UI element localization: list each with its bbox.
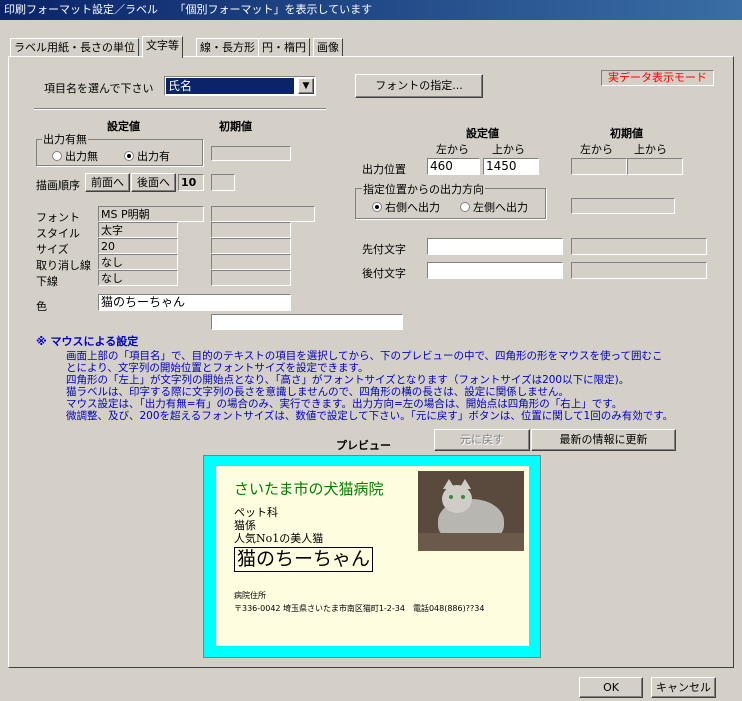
cat-photo xyxy=(418,471,524,551)
radio-selected-icon xyxy=(124,151,134,161)
radio-selected-icon xyxy=(372,202,382,212)
position-label: 出力位置 xyxy=(362,163,406,176)
underline-value: なし xyxy=(98,270,178,286)
style-initial xyxy=(211,222,291,238)
position-top-initial xyxy=(627,158,683,175)
refresh-button[interactable]: 最新の情報に更新 xyxy=(531,429,676,451)
radio-icon xyxy=(460,202,470,212)
size-value: 20 xyxy=(98,238,178,254)
suffix-initial xyxy=(571,262,707,279)
prefix-label: 先付文字 xyxy=(362,243,406,256)
tab-line-rect[interactable]: 線・長方形 xyxy=(196,38,259,57)
item-select-value: 氏名 xyxy=(166,78,294,94)
mode-badge: 実データ表示モード xyxy=(601,70,714,86)
tab-circle[interactable]: 円・楕円 xyxy=(258,38,310,57)
send-back-button[interactable]: 後面へ xyxy=(131,173,176,192)
prefix-input[interactable] xyxy=(427,238,563,255)
chevron-down-icon[interactable]: ▼ xyxy=(298,78,314,94)
help-title: ※ マウスによる設定 xyxy=(36,335,139,348)
draw-order-initial xyxy=(211,174,235,191)
item-select-label: 項目名を選んで下さい xyxy=(44,82,154,95)
help-text: 画面上部の「項目名」で、目的のテキストの項目を選択してから、下のプレビューの中で… xyxy=(66,350,726,422)
output-on-radio[interactable]: 出力有 xyxy=(124,148,170,164)
size-label: サイズ xyxy=(36,243,69,256)
bring-front-button[interactable]: 前面へ xyxy=(85,173,130,192)
direction-initial xyxy=(571,198,675,214)
undo-button[interactable]: 元に戻す xyxy=(434,429,530,451)
output-off-label: 出力無 xyxy=(65,150,98,163)
help-line: 猫ラベルは、印字する際に文字列の長さを意識しませんので、四角形の横の長さは、設定… xyxy=(66,386,569,398)
font-label: フォント xyxy=(36,211,80,224)
help-line: マウス設定は、「出力有無=有」の場合のみ、実行できます。出力方向=左の場合は、開… xyxy=(66,398,623,410)
output-initial-field xyxy=(211,146,291,161)
dir-right-label: 右側へ出力 xyxy=(385,201,440,214)
help-line: 四角形の「左上」が文字列の開始点となり、「高さ」がフォントサイズとなります（フォ… xyxy=(66,374,630,386)
style-value: 太字 xyxy=(98,222,178,238)
position-top-input[interactable]: 1450 xyxy=(483,158,539,175)
font-initial xyxy=(211,206,315,222)
tab-text[interactable]: 文字等 xyxy=(142,36,183,58)
ok-button[interactable]: OK xyxy=(579,677,643,698)
item-select[interactable]: 氏名 ▼ xyxy=(164,76,316,96)
draw-order-value: 10 xyxy=(178,174,204,191)
position-left-initial xyxy=(571,158,627,175)
help-line: 微調整、及び、200を超えるフォントサイズは、数値で設定して下さい。「元に戻す」… xyxy=(66,410,674,422)
output-group-label: 出力有無 xyxy=(42,131,88,147)
divider xyxy=(34,108,326,110)
label-address: 〒336-0042 埼玉県さいたま市南区猫町1-2-34 電話048(886)?… xyxy=(234,604,485,613)
label-address-title: 病院住所 xyxy=(234,591,266,600)
cancel-button[interactable]: キャンセル xyxy=(651,677,716,698)
window-title: 印刷フォーマット設定／ラベル 「個別フォーマット」を表示しています xyxy=(0,0,742,20)
direction-group-label: 指定位置からの出力方向 xyxy=(362,181,485,197)
init-from-left-header: 左から xyxy=(580,143,613,156)
tab-image[interactable]: 画像 xyxy=(313,38,343,57)
strike-label: 取り消し線 xyxy=(36,259,91,272)
color-preview-field[interactable]: 猫のちーちゃん xyxy=(98,294,291,311)
left-initial-header: 初期値 xyxy=(219,120,252,133)
size-initial xyxy=(211,238,291,254)
font-value: MS P明朝 xyxy=(98,206,204,222)
prefix-initial xyxy=(571,238,707,255)
right-initial-header: 初期値 xyxy=(610,127,643,140)
underline-label: 下線 xyxy=(36,275,58,288)
output-off-radio[interactable]: 出力無 xyxy=(52,148,98,164)
tab-label-paper[interactable]: ラベル用紙・長さの単位 xyxy=(10,38,139,57)
underline-initial xyxy=(211,270,291,286)
output-on-label: 出力有 xyxy=(137,150,170,163)
preview-label: プレビュー xyxy=(336,439,391,452)
label-card: さいたま市の犬猫病院 ペット科 猫係 人気No1の美人猫 猫のちーちゃん 病院住… xyxy=(216,466,529,646)
init-from-top-header: 上から xyxy=(634,143,667,156)
clinic-name: さいたま市の犬猫病院 xyxy=(234,480,384,498)
position-left-input[interactable]: 460 xyxy=(427,158,480,175)
draw-order-label: 描画順序 xyxy=(36,179,80,192)
color-label: 色 xyxy=(36,300,47,313)
font-spec-button[interactable]: フォントの指定... xyxy=(355,74,483,98)
suffix-input[interactable] xyxy=(427,262,563,279)
right-settings-header: 設定値 xyxy=(466,127,499,140)
from-top-header: 上から xyxy=(492,143,525,156)
radio-icon xyxy=(52,151,62,161)
from-left-header: 左から xyxy=(436,143,469,156)
label-tagline: 人気No1の美人猫 xyxy=(234,532,324,545)
suffix-label: 後付文字 xyxy=(362,267,406,280)
strike-initial xyxy=(211,254,291,270)
dir-right-radio[interactable]: 右側へ出力 xyxy=(372,199,440,215)
style-label: スタイル xyxy=(36,227,80,240)
label-name-selection[interactable]: 猫のちーちゃん xyxy=(234,547,374,572)
label-preview[interactable]: さいたま市の犬猫病院 ペット科 猫係 人気No1の美人猫 猫のちーちゃん 病院住… xyxy=(203,455,541,658)
color-initial-field xyxy=(211,314,403,330)
strike-value: なし xyxy=(98,254,178,270)
dir-left-label: 左側へ出力 xyxy=(473,201,528,214)
help-line: とにより、文字列の開始位置とフォントサイズを設定できます。 xyxy=(66,362,369,374)
help-line: 画面上部の「項目名」で、目的のテキストの項目を選択してから、下のプレビューの中で… xyxy=(66,350,663,362)
dir-left-radio[interactable]: 左側へ出力 xyxy=(460,199,528,215)
left-settings-header: 設定値 xyxy=(107,120,140,133)
